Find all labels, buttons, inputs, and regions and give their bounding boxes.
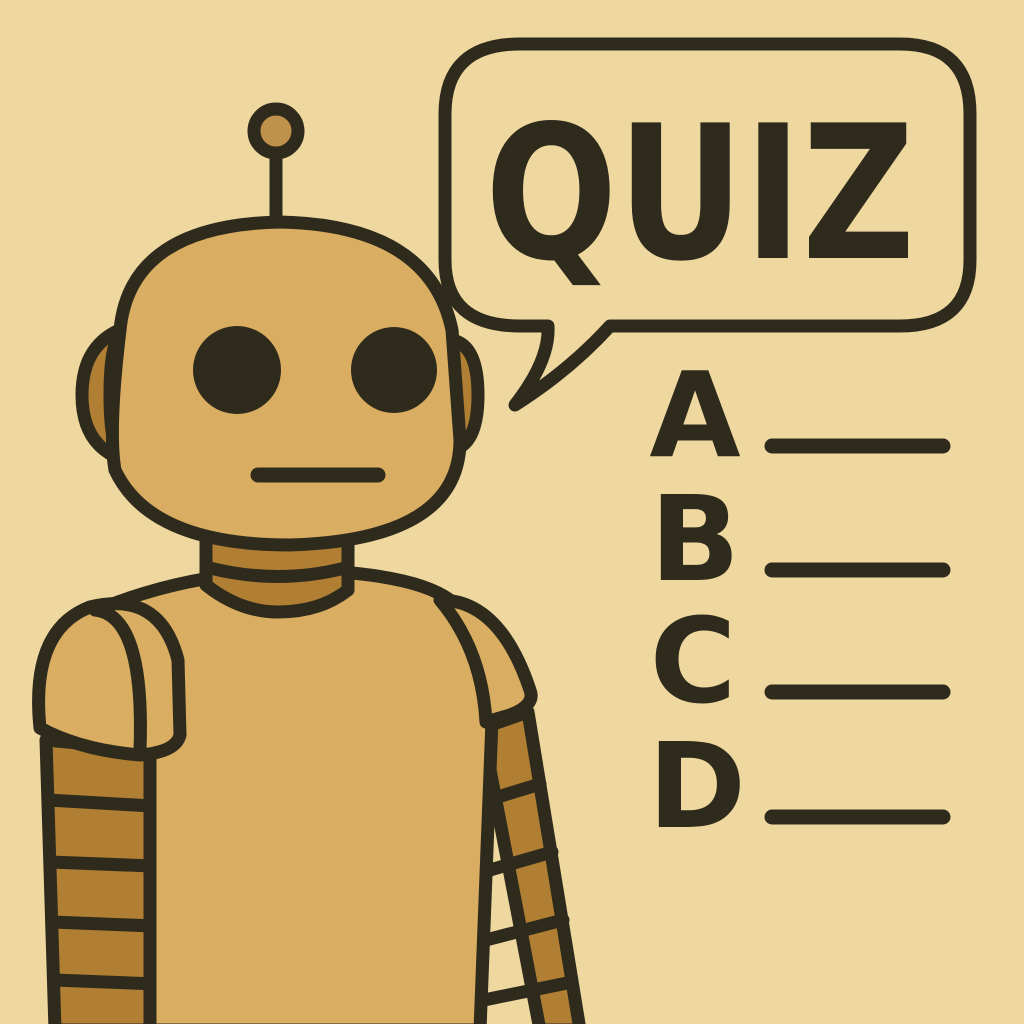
left-eye (193, 326, 281, 414)
left-shoulder-pad (32, 597, 187, 762)
left-arm (39, 733, 163, 1024)
option-d-letter: D (648, 717, 746, 855)
option-a-letter: A (649, 346, 740, 484)
option-b-letter: B (650, 470, 740, 608)
quiz-robot-illustration: QUIZ A B C D (0, 0, 1024, 1024)
quiz-title: QUIZ (485, 85, 915, 302)
option-c-letter: C (650, 592, 737, 730)
right-eye (351, 327, 437, 413)
